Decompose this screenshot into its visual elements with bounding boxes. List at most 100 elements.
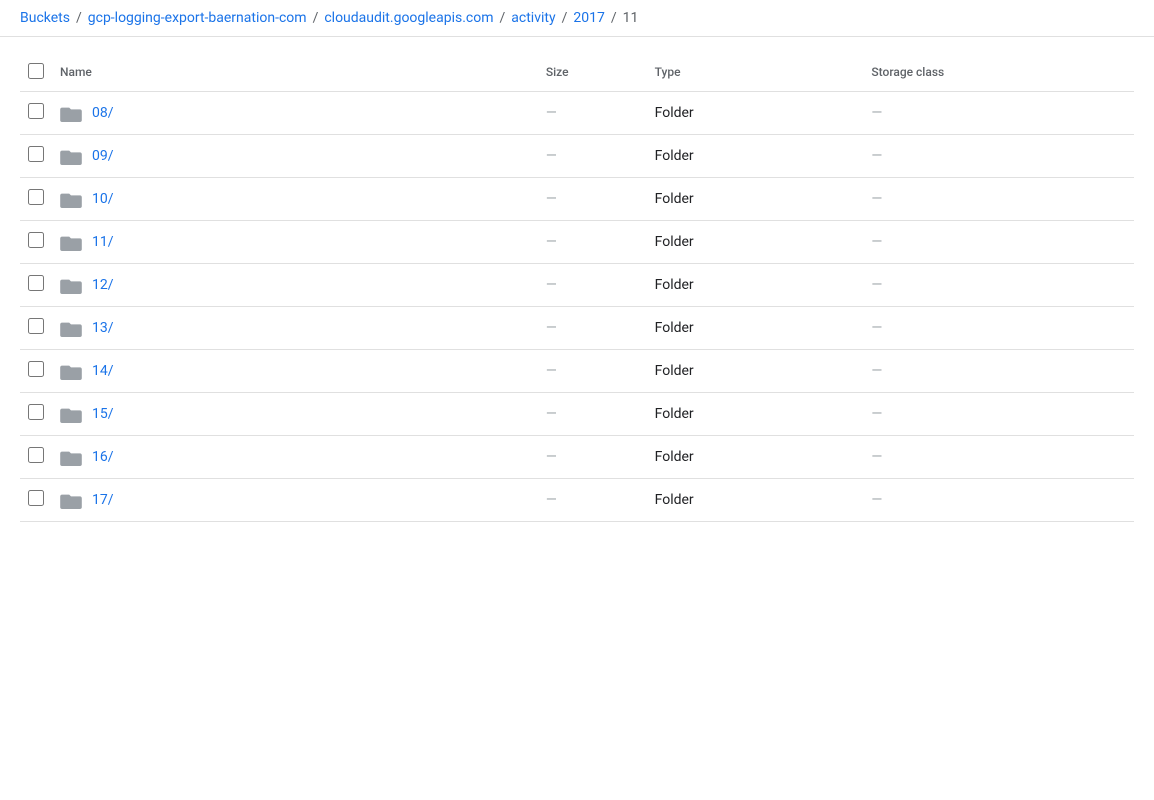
table-cell-size: —	[538, 436, 647, 479]
row-checkbox-8[interactable]	[28, 447, 44, 463]
folder-link-7[interactable]: 15/	[92, 406, 114, 422]
table-cell-size: —	[538, 479, 647, 522]
folder-link-3[interactable]: 11/	[92, 234, 114, 250]
table-row: 08/ —Folder—	[20, 92, 1134, 135]
breadcrumb-separator-5: /	[611, 10, 617, 26]
folder-name: 08/	[92, 105, 114, 121]
folder-icon	[60, 147, 82, 165]
folder-link-1[interactable]: 09/	[92, 148, 114, 164]
table-cell-storage-class: —	[863, 479, 1134, 522]
table-cell-type: Folder	[647, 479, 864, 522]
table-cell-name: 15/	[52, 393, 538, 436]
file-browser: Name Size Type Storage class 08/—Folder—…	[0, 37, 1154, 538]
table-cell-storage-class: —	[863, 350, 1134, 393]
folder-name: 14/	[92, 363, 114, 379]
folder-name: 15/	[92, 406, 114, 422]
folder-name: 16/	[92, 449, 114, 465]
objects-table: Name Size Type Storage class 08/—Folder—…	[20, 53, 1134, 522]
table-cell-type: Folder	[647, 135, 864, 178]
breadcrumb-separator-1: /	[76, 10, 82, 26]
table-cell-size: —	[538, 264, 647, 307]
folder-link-0[interactable]: 08/	[92, 105, 114, 121]
row-checkbox-5[interactable]	[28, 318, 44, 334]
breadcrumb-separator-2: /	[313, 10, 319, 26]
select-all-cell	[20, 53, 52, 92]
folder-link-9[interactable]: 17/	[92, 492, 114, 508]
table-cell-type: Folder	[647, 350, 864, 393]
row-checkbox-0[interactable]	[28, 103, 44, 119]
table-cell-size: —	[538, 92, 647, 135]
breadcrumb-bucket-name[interactable]: gcp-logging-export-baernation-com	[88, 10, 307, 26]
folder-icon	[60, 362, 82, 380]
col-header-type: Type	[647, 53, 864, 92]
table-cell-type: Folder	[647, 92, 864, 135]
row-checkbox-cell-9	[20, 479, 52, 522]
folder-name: 17/	[92, 492, 114, 508]
table-cell-storage-class: —	[863, 92, 1134, 135]
row-checkbox-cell-2	[20, 178, 52, 221]
breadcrumb: Buckets / gcp-logging-export-baernation-…	[0, 0, 1154, 37]
folder-name: 11/	[92, 234, 114, 250]
row-checkbox-cell-4	[20, 264, 52, 307]
folder-icon	[60, 104, 82, 122]
row-checkbox-4[interactable]	[28, 275, 44, 291]
col-header-size: Size	[538, 53, 647, 92]
folder-icon	[60, 319, 82, 337]
breadcrumb-buckets[interactable]: Buckets	[20, 10, 70, 26]
table-row: 12/ —Folder—	[20, 264, 1134, 307]
table-row: 09/ —Folder—	[20, 135, 1134, 178]
folder-icon	[60, 491, 82, 509]
table-cell-storage-class: —	[863, 135, 1134, 178]
table-cell-name: 14/	[52, 350, 538, 393]
row-checkbox-6[interactable]	[28, 361, 44, 377]
table-cell-name: 10/	[52, 178, 538, 221]
row-checkbox-cell-0	[20, 92, 52, 135]
folder-link-8[interactable]: 16/	[92, 449, 114, 465]
table-cell-storage-class: —	[863, 307, 1134, 350]
table-cell-storage-class: —	[863, 436, 1134, 479]
folder-icon	[60, 448, 82, 466]
breadcrumb-activity[interactable]: activity	[511, 10, 555, 26]
folder-icon	[60, 405, 82, 423]
table-cell-type: Folder	[647, 393, 864, 436]
row-checkbox-7[interactable]	[28, 404, 44, 420]
table-cell-size: —	[538, 307, 647, 350]
folder-link-4[interactable]: 12/	[92, 277, 114, 293]
table-cell-size: —	[538, 178, 647, 221]
table-row: 13/—Folder—	[20, 307, 1134, 350]
folder-name: 09/	[92, 148, 114, 164]
row-checkbox-cell-7	[20, 393, 52, 436]
breadcrumb-current: 11	[623, 10, 639, 26]
select-all-checkbox[interactable]	[28, 63, 44, 79]
table-cell-type: Folder	[647, 264, 864, 307]
row-checkbox-cell-8	[20, 436, 52, 479]
breadcrumb-cloudaudit[interactable]: cloudaudit.googleapis.com	[324, 10, 493, 26]
row-checkbox-2[interactable]	[28, 189, 44, 205]
table-cell-name: 17/	[52, 479, 538, 522]
table-cell-storage-class: —	[863, 264, 1134, 307]
table-row: 10/—Folder—	[20, 178, 1134, 221]
row-checkbox-1[interactable]	[28, 146, 44, 162]
folder-link-5[interactable]: 13/	[92, 320, 114, 336]
table-cell-name: 12/	[52, 264, 538, 307]
col-header-name: Name	[52, 53, 538, 92]
folder-link-2[interactable]: 10/	[92, 191, 114, 207]
breadcrumb-separator-3: /	[500, 10, 506, 26]
table-cell-type: Folder	[647, 436, 864, 479]
row-checkbox-3[interactable]	[28, 232, 44, 248]
table-cell-size: —	[538, 135, 647, 178]
table-row: 16/ —Folder—	[20, 436, 1134, 479]
folder-icon	[60, 276, 82, 294]
table-cell-name: 09/	[52, 135, 538, 178]
row-checkbox-9[interactable]	[28, 490, 44, 506]
folder-icon	[60, 233, 82, 251]
table-cell-type: Folder	[647, 221, 864, 264]
table-cell-name: 16/	[52, 436, 538, 479]
table-row: 15/—Folder—	[20, 393, 1134, 436]
row-checkbox-cell-1	[20, 135, 52, 178]
folder-link-6[interactable]: 14/	[92, 363, 114, 379]
breadcrumb-year[interactable]: 2017	[573, 10, 604, 26]
folder-name: 10/	[92, 191, 114, 207]
table-cell-name: 13/	[52, 307, 538, 350]
table-cell-storage-class: —	[863, 221, 1134, 264]
